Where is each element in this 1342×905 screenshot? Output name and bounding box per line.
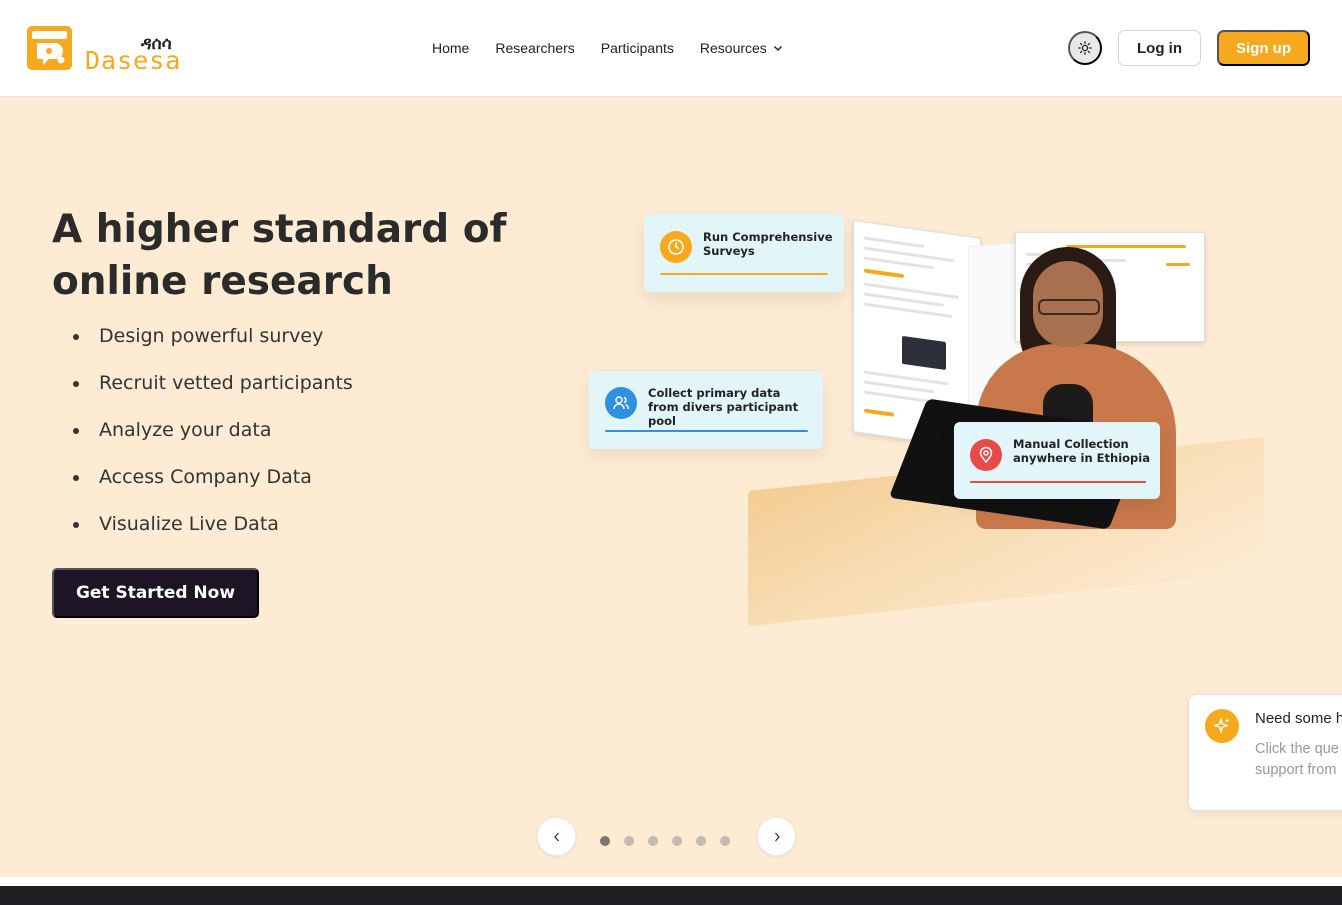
help-toast-title: Need some h <box>1255 710 1342 727</box>
login-button[interactable]: Log in <box>1118 30 1201 66</box>
illustration-glasses <box>1038 299 1100 315</box>
carousel-dot[interactable] <box>672 836 682 846</box>
clock-icon <box>660 231 692 263</box>
carousel-dot[interactable] <box>624 836 634 846</box>
carousel-dot[interactable] <box>696 836 706 846</box>
feature-item: Design powerful survey <box>70 321 353 368</box>
signup-button[interactable]: Sign up <box>1217 30 1310 66</box>
feature-card-surveys: Run Comprehensive Surveys <box>644 214 844 292</box>
chevron-left-icon <box>553 832 559 841</box>
feature-card-underline <box>970 481 1146 483</box>
carousel-dot-active[interactable] <box>600 836 610 846</box>
top-navbar: ዳሰሳ Dasesa Home Researchers Participants… <box>0 0 1342 97</box>
chevron-right-icon <box>774 832 780 841</box>
feature-card-text: Manual Collection anywhere in Ethiopia <box>1013 437 1150 465</box>
feature-card-text: Run Comprehensive Surveys <box>703 230 833 258</box>
section-divider <box>0 877 1342 886</box>
chevron-down-icon <box>773 45 782 52</box>
carousel-dot[interactable] <box>720 836 730 846</box>
nav-participants[interactable]: Participants <box>601 38 674 58</box>
theme-toggle-button[interactable] <box>1068 31 1102 65</box>
main-nav: Home Researchers Participants Resources <box>432 38 783 58</box>
feature-card-text: Collect primary data from divers partici… <box>648 386 799 428</box>
brand-name-english: Dasesa <box>85 46 182 75</box>
carousel-pagination <box>600 836 730 846</box>
feature-card-manual-collection: Manual Collection anywhere in Ethiopia <box>954 422 1160 499</box>
nav-resources-label: Resources <box>699 40 767 56</box>
carousel-prev-button[interactable] <box>537 817 576 856</box>
brand-logo[interactable]: ዳሰሳ Dasesa <box>27 26 187 75</box>
illustration-media-thumbnail <box>902 335 946 371</box>
users-icon <box>605 387 637 419</box>
help-toast[interactable]: Need some h Click the que anytime to g s… <box>1188 694 1342 811</box>
hero-feature-list: Design powerful survey Recruit vetted pa… <box>70 321 353 556</box>
help-toast-body: Click the que anytime to g support from <box>1255 741 1342 778</box>
feature-item: Visualize Live Data <box>70 509 353 556</box>
feature-item: Access Company Data <box>70 462 353 509</box>
nav-researchers[interactable]: Researchers <box>495 38 574 58</box>
feature-card-participants: Collect primary data from divers partici… <box>589 371 823 449</box>
hero-title: A higher standard of online research <box>52 207 507 304</box>
feature-item: Recruit vetted participants <box>70 368 353 415</box>
sun-icon <box>1078 41 1092 55</box>
nav-resources-dropdown[interactable]: Resources <box>700 38 783 58</box>
map-pin-icon <box>970 439 1002 471</box>
dasesa-logo-icon <box>27 26 72 70</box>
get-started-button[interactable]: Get Started Now <box>52 568 259 618</box>
feature-card-underline <box>660 273 828 275</box>
carousel-dot[interactable] <box>648 836 658 846</box>
carousel-next-button[interactable] <box>757 817 796 856</box>
feature-card-underline <box>605 430 808 432</box>
nav-home[interactable]: Home <box>432 38 469 58</box>
footer-section <box>0 886 1342 905</box>
feature-item: Analyze your data <box>70 415 353 462</box>
sparkles-icon <box>1205 709 1239 743</box>
